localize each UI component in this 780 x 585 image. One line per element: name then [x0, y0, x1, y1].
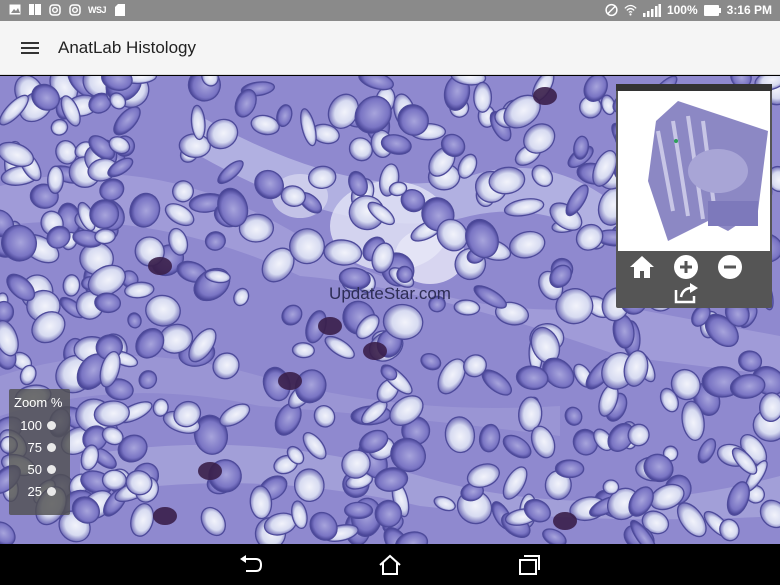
- zoom-radio-icon[interactable]: [47, 487, 56, 496]
- zoom-out-icon[interactable]: [715, 252, 745, 282]
- hamburger-menu-icon[interactable]: [16, 35, 44, 61]
- cell-nucleus: [396, 265, 414, 284]
- status-bar: WSJ 100% 3:16 PM: [0, 0, 780, 21]
- book-icon: [28, 3, 41, 16]
- zoom-option-label: 50: [27, 462, 42, 477]
- home-icon[interactable]: [627, 252, 657, 282]
- recents-icon[interactable]: [514, 551, 544, 579]
- stained-granule: [148, 257, 172, 275]
- status-bar-notifications: WSJ: [8, 3, 126, 16]
- zoom-level-panel: Zoom % 100 75 50 25: [9, 389, 70, 515]
- cell-nucleus: [602, 479, 620, 495]
- stained-granule: [153, 507, 177, 525]
- stained-granule: [553, 512, 577, 530]
- status-bar-system: 100% 3:16 PM: [605, 3, 772, 17]
- system-nav-bar: [0, 544, 780, 585]
- overview-thumbnail[interactable]: [618, 91, 770, 251]
- battery-percent: 100%: [666, 3, 698, 17]
- zoom-title: Zoom %: [14, 395, 63, 410]
- stained-granule: [363, 342, 387, 360]
- cell-nucleus: [291, 342, 315, 359]
- instagram-icon: [68, 3, 81, 16]
- wifi-icon: [624, 4, 637, 17]
- cell-nucleus: [47, 165, 64, 195]
- stained-granule: [198, 462, 222, 480]
- zoom-option-50[interactable]: 50: [9, 460, 70, 480]
- cell-nucleus: [473, 81, 493, 113]
- share-icon[interactable]: [671, 278, 701, 308]
- zoom-radio-icon[interactable]: [47, 465, 56, 474]
- zoom-option-label: 25: [27, 484, 42, 499]
- zoom-option-100[interactable]: 100: [9, 416, 70, 436]
- stained-granule: [318, 317, 342, 335]
- cell-nucleus: [344, 501, 374, 520]
- home-icon[interactable]: [375, 551, 405, 579]
- battery-icon: [703, 4, 721, 17]
- cell-nucleus: [554, 459, 585, 479]
- zoom-radio-icon[interactable]: [47, 443, 56, 452]
- zoom-option-75[interactable]: 75: [9, 438, 70, 458]
- stained-granule: [533, 87, 557, 105]
- back-icon[interactable]: [236, 551, 266, 579]
- dnd-icon: [605, 3, 618, 17]
- stained-granule: [278, 372, 302, 390]
- image-icon: [8, 3, 21, 16]
- histology-viewer[interactable]: UpdateStar.com Zoom % 100 75 50 25: [0, 76, 780, 544]
- overview-header: [616, 84, 772, 91]
- overview-panel: [616, 84, 772, 308]
- zoom-option-25[interactable]: 25: [9, 482, 70, 502]
- app-title: AnatLab Histology: [58, 38, 196, 57]
- zoom-option-label: 100: [20, 418, 42, 433]
- instagram-icon: [48, 3, 61, 16]
- zoom-option-label: 75: [27, 440, 42, 455]
- wsj-icon: WSJ: [88, 4, 107, 15]
- signal-icon: [642, 3, 661, 17]
- zoom-radio-icon[interactable]: [47, 421, 56, 430]
- app-bar: AnatLab Histology: [0, 21, 780, 75]
- sd-card-icon: [113, 3, 126, 16]
- status-time: 3:16 PM: [726, 3, 772, 17]
